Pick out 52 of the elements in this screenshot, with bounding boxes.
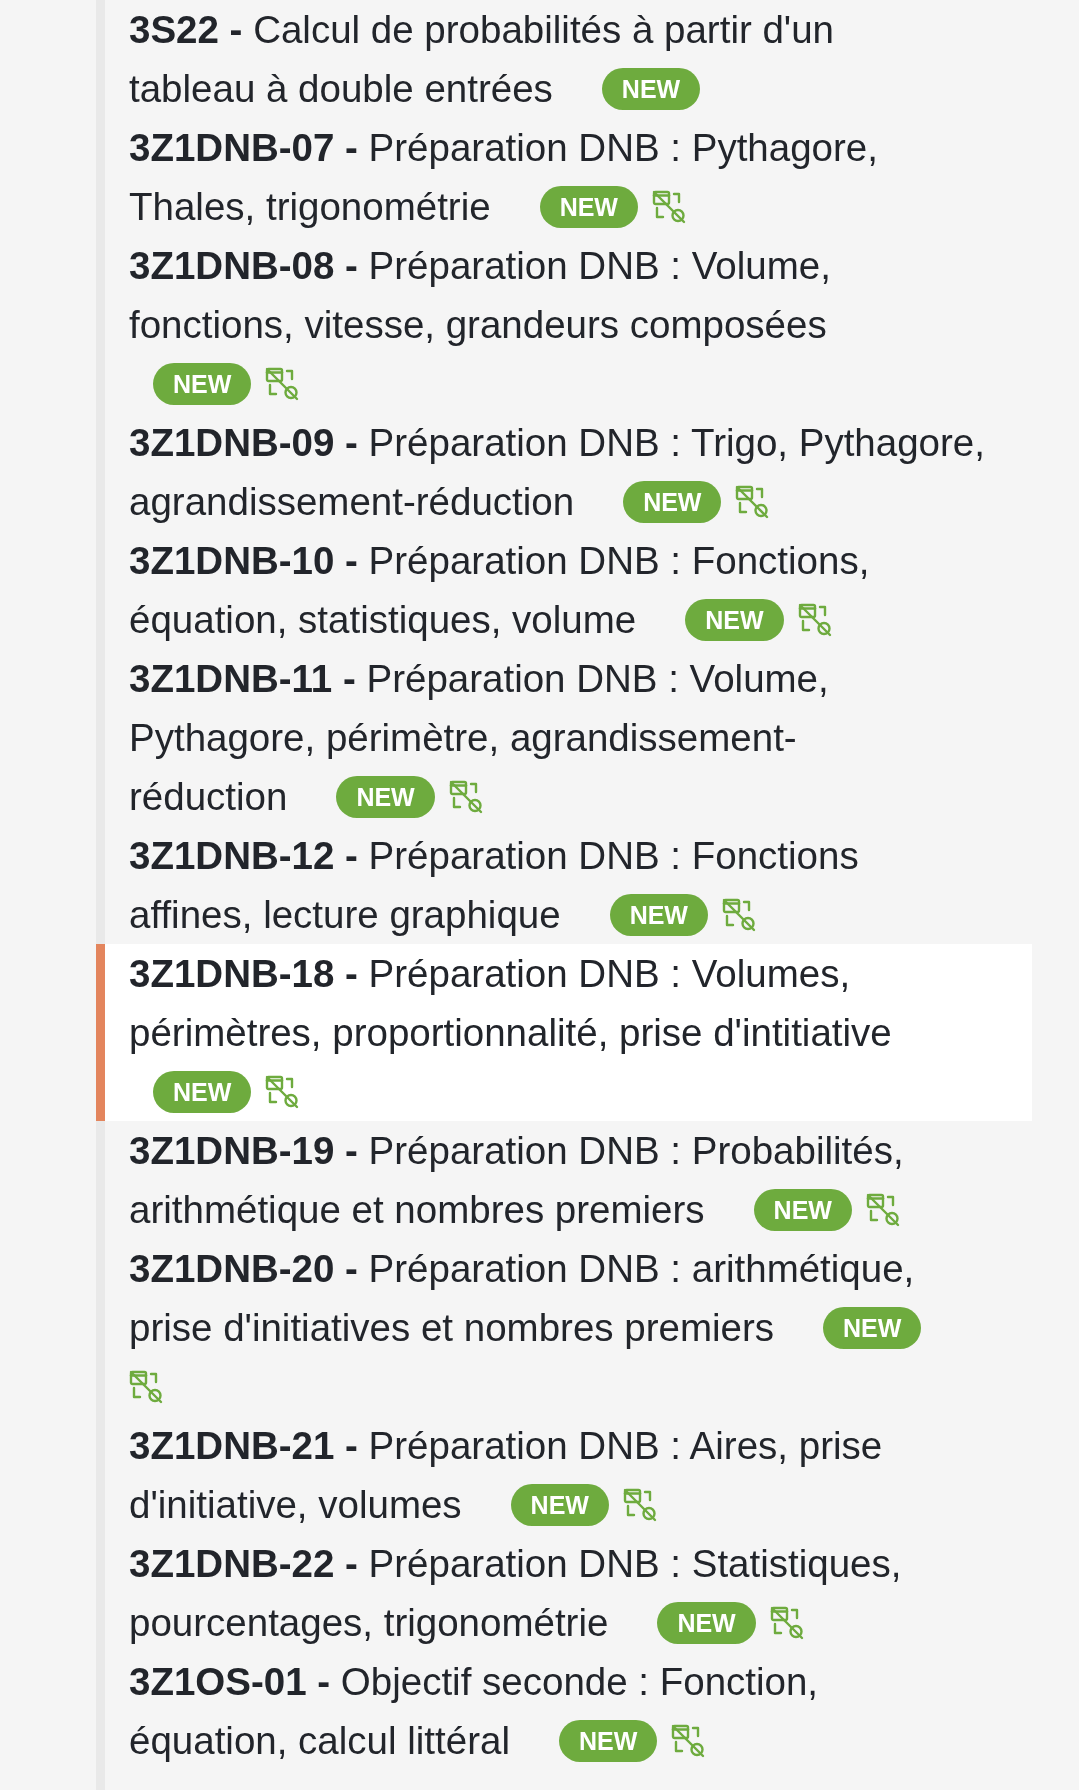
exercise-link[interactable]: pourcentages, trigonométrie bbox=[129, 1593, 609, 1652]
new-badge: NEW bbox=[558, 1719, 658, 1762]
list-row[interactable]: 3Z1DNB-20 - Préparation DNB : arithmétique, prise d'initiatives et nombres premiers NEW bbox=[96, 1239, 1032, 1416]
exercise-link[interactable]: équation, calcul littéral bbox=[129, 1711, 510, 1770]
list-row[interactable]: 3Z1DNB-19 - Préparation DNB : Probabilités, arithmétique et nombres premiers NEW bbox=[96, 1121, 1032, 1239]
new-badge: NEW bbox=[539, 185, 638, 228]
list-row[interactable]: 3Z1DNB-22 - Préparation DNB : Statistiques, pourcentages, trigonométrie NEW bbox=[96, 1534, 1032, 1652]
exercise-link[interactable]: affines, lecture graphique bbox=[129, 885, 561, 944]
exercise-link[interactable]: 3Z1DNB-21 - Préparation DNB : Aires, prise bbox=[129, 1424, 883, 1467]
exercise-link[interactable]: réduction bbox=[129, 767, 288, 826]
exercise-link[interactable]: équation, statistiques, volume bbox=[129, 590, 637, 649]
exercise-link[interactable]: 3S22 - Calcul de probabilités à partir d'un bbox=[129, 8, 835, 51]
exercise-link[interactable]: 3Z1DNB-08 - Préparation DNB : Volume, bbox=[129, 244, 831, 287]
exercise-link[interactable]: prise d'initiatives et nombres premiers bbox=[129, 1298, 774, 1357]
new-badge: NEW bbox=[601, 67, 701, 110]
exercise-link[interactable]: 3Z1DNB-19 - Préparation DNB : Probabilités, bbox=[129, 1129, 904, 1172]
exercise-link[interactable]: arithmétique et nombres premiers bbox=[129, 1180, 705, 1239]
list-row[interactable]: 3Z1DNB-08 - Préparation DNB : Volume, fonctions, vitesse, grandeurs composées NEW bbox=[96, 236, 1032, 413]
exercise-link[interactable]: 3Z1DNB-22 - Préparation DNB : Statistiques, bbox=[129, 1542, 902, 1585]
new-badge: NEW bbox=[153, 1070, 252, 1113]
exercise-link[interactable]: tableau à double entrées bbox=[129, 59, 553, 118]
new-badge: NEW bbox=[657, 1601, 756, 1644]
exercise-link[interactable]: périmètres, proportionnalité, prise d'intitiative bbox=[129, 1003, 892, 1062]
new-badge: NEW bbox=[609, 893, 708, 936]
exercise-link[interactable]: 3Z1DNB-20 - Préparation DNB : arithmétique, bbox=[129, 1247, 915, 1290]
list-row[interactable]: 3Z1DNB-10 - Préparation DNB : Fonctions, équation, statistiques, volume NEW bbox=[96, 531, 1032, 649]
list-row[interactable]: 3S22 - Calcul de probabilités à partir d'un tableau à double entrées NEW bbox=[96, 0, 1032, 118]
list-row[interactable]: 3Z1DNB-21 - Préparation DNB : Aires, prise d'initiative, volumes NEW bbox=[96, 1416, 1032, 1534]
new-badge: NEW bbox=[823, 1306, 922, 1349]
exercise-link[interactable]: 3Z1DNB-11 - Préparation DNB : Volume, bbox=[129, 657, 829, 700]
new-badge: NEW bbox=[510, 1483, 609, 1526]
new-badge: NEW bbox=[336, 775, 435, 818]
exercise-link[interactable]: 3Z1DNB-12 - Préparation DNB : Fonctions bbox=[129, 834, 859, 877]
list-row[interactable]: 3Z1DNB-11 - Préparation DNB : Volume, Pythagore, périmètre, agrandissement- réduction NEW bbox=[96, 649, 1032, 826]
highlighted-list-row[interactable]: 3Z1DNB-18 - Préparation DNB : Volumes, périmètres, proportionnalité, prise d'intitiative NEW bbox=[96, 944, 1032, 1121]
exercise-link[interactable]: 3Z1DNB-18 - Préparation DNB : Volumes, bbox=[129, 952, 851, 995]
exercise-link[interactable]: fonctions, vitesse, grandeurs composées bbox=[129, 295, 827, 354]
exercise-link[interactable]: 3Z1DNB-10 - Préparation DNB : Fonctions, bbox=[129, 539, 870, 582]
exercise-link[interactable]: 3Z1DNB-09 - Préparation DNB : Trigo, Pythagore, bbox=[129, 421, 985, 464]
list-row[interactable]: 3Z1DNB-09 - Préparation DNB : Trigo, Pythagore, agrandissement-réduction NEW bbox=[96, 413, 1032, 531]
exercise-link[interactable]: d'initiative, volumes bbox=[129, 1475, 462, 1534]
exercise-link[interactable]: Thales, trigonométrie bbox=[129, 177, 491, 236]
new-badge: NEW bbox=[753, 1188, 852, 1231]
exercise-link[interactable]: 3Z1DNB-07 - Préparation DNB : Pythagore, bbox=[129, 126, 878, 169]
exercise-link[interactable]: 3Z1OS-01 - Objectif seconde : Fonction, bbox=[129, 1660, 819, 1703]
new-badge: NEW bbox=[685, 598, 784, 641]
exercise-link[interactable]: agrandissement-réduction bbox=[129, 472, 575, 531]
list-row[interactable]: 3Z1OS-01 - Objectif seconde : Fonction, équation, calcul littéral NEW bbox=[96, 1652, 1032, 1770]
new-badge: NEW bbox=[623, 480, 722, 523]
new-badge: NEW bbox=[153, 362, 252, 405]
exercise-link[interactable]: Pythagore, périmètre, agrandissement- bbox=[129, 716, 797, 759]
list-row[interactable]: 3Z1DNB-07 - Préparation DNB : Pythagore, Thales, trigonométrie NEW bbox=[96, 118, 1032, 236]
